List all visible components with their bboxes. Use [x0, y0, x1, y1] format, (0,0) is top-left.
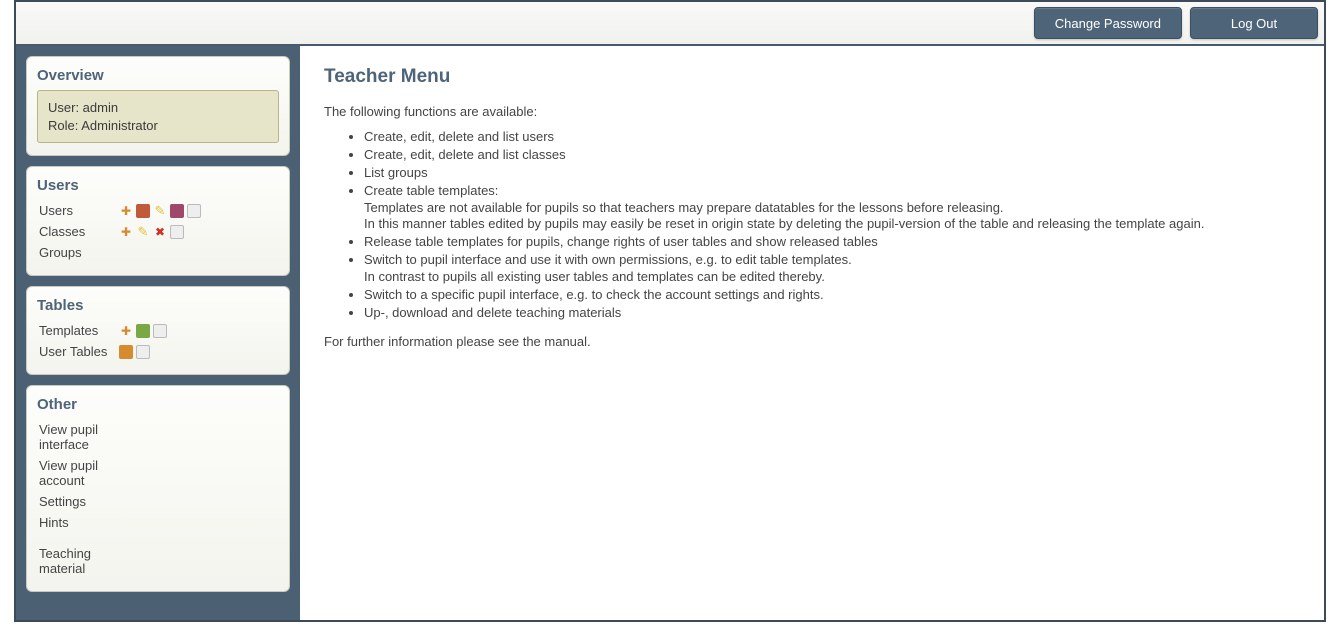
- sidebar-item-users[interactable]: Users✚✎: [37, 200, 279, 221]
- icon-row: ✚✎: [119, 204, 201, 218]
- main-content: Teacher Menu The following functions are…: [300, 46, 1324, 620]
- app-frame: Change Password Log Out Overview User: a…: [14, 0, 1326, 622]
- function-item: Up-, download and delete teaching materi…: [364, 305, 1300, 322]
- log-out-button[interactable]: Log Out: [1190, 7, 1318, 39]
- panel-other: Other View pupil interface View pupil acc…: [26, 385, 290, 592]
- sidebar-item-label: View pupil interface: [39, 422, 119, 452]
- sidebar-item-label: Hints: [39, 515, 119, 530]
- panel-heading-users: Users: [37, 175, 279, 200]
- sidebar-item-groups[interactable]: Groups: [37, 242, 279, 263]
- list-icon[interactable]: [170, 225, 184, 239]
- icon-row: ✚✎✖: [119, 225, 184, 239]
- sidebar-item-teaching-material[interactable]: Teaching material: [37, 543, 279, 579]
- topbar: Change Password Log Out: [16, 2, 1324, 46]
- intro-text: The following functions are available:: [324, 104, 1300, 119]
- panel-overview: Overview User: admin Role: Administrator: [26, 56, 290, 156]
- sidebar-item-label: Settings: [39, 494, 119, 509]
- function-item: List groups: [364, 165, 1300, 182]
- users-menu: Users✚✎Classes✚✎✖Groups: [37, 200, 279, 263]
- sidebar-item-label: View pupil account: [39, 458, 119, 488]
- edit-icon[interactable]: ✎: [153, 204, 167, 218]
- sidebar-item-settings[interactable]: Settings: [37, 491, 279, 512]
- add-icon[interactable]: ✚: [119, 324, 133, 338]
- outro-text: For further information please see the m…: [324, 334, 1300, 349]
- sidebar-item-label: Templates: [39, 323, 119, 338]
- sidebar-item-label: Groups: [39, 245, 119, 260]
- release-icon[interactable]: [136, 324, 150, 338]
- function-item: Release table templates for pupils, chan…: [364, 234, 1300, 251]
- function-item: Create table templates:Templates are not…: [364, 183, 1300, 234]
- group-icon[interactable]: [136, 204, 150, 218]
- panel-users: Users Users✚✎Classes✚✎✖Groups: [26, 166, 290, 276]
- sidebar-item-label: Users: [39, 203, 119, 218]
- other-menu: View pupil interface View pupil account Se…: [37, 419, 279, 579]
- function-item-sub: In contrast to pupils all existing user …: [364, 269, 1300, 286]
- page-title: Teacher Menu: [324, 66, 1300, 88]
- sidebar-item-label: Classes: [39, 224, 119, 239]
- function-item: Create, edit, delete and list users: [364, 129, 1300, 146]
- sidebar-item-templates[interactable]: Templates✚: [37, 320, 279, 341]
- add-user-icon[interactable]: ✚: [119, 204, 133, 218]
- function-item-sub: Templates are not available for pupils s…: [364, 200, 1300, 217]
- delete-icon[interactable]: ✖: [153, 225, 167, 239]
- user-line: User: admin: [48, 99, 268, 117]
- panel-heading-overview: Overview: [37, 65, 279, 90]
- function-item: Switch to a specific pupil interface, e.…: [364, 287, 1300, 304]
- body-row: Overview User: admin Role: Administrator…: [16, 46, 1324, 620]
- role-line: Role: Administrator: [48, 117, 268, 135]
- icon-row: [119, 345, 150, 359]
- sidebar-item-user-tables[interactable]: User Tables: [37, 341, 279, 362]
- user-info-box: User: admin Role: Administrator: [37, 90, 279, 143]
- function-item: Create, edit, delete and list classes: [364, 147, 1300, 164]
- change-password-button[interactable]: Change Password: [1034, 7, 1182, 39]
- add-icon[interactable]: ✚: [119, 225, 133, 239]
- sidebar-item-hints[interactable]: Hints: [37, 512, 279, 533]
- sidebar-item-label: User Tables: [39, 344, 119, 359]
- panel-heading-tables: Tables: [37, 295, 279, 320]
- sidebar-item-view-pupil-account[interactable]: View pupil account: [37, 455, 279, 491]
- sidebar-item-label: Teaching material: [39, 546, 119, 576]
- list-icon[interactable]: [187, 204, 201, 218]
- sidebar: Overview User: admin Role: Administrator…: [16, 46, 300, 620]
- list-icon[interactable]: [153, 324, 167, 338]
- panel-tables: Tables Templates✚User Tables: [26, 286, 290, 375]
- edit-icon[interactable]: ✎: [136, 225, 150, 239]
- panel-heading-other: Other: [37, 394, 279, 419]
- rights-icon[interactable]: [119, 345, 133, 359]
- list-icon[interactable]: [136, 345, 150, 359]
- tables-menu: Templates✚User Tables: [37, 320, 279, 362]
- function-item: Switch to pupil interface and use it wit…: [364, 252, 1300, 286]
- function-item-sub: In this manner tables edited by pupils m…: [364, 216, 1300, 233]
- user-delete-icon[interactable]: [170, 204, 184, 218]
- sidebar-item-view-pupil-interface[interactable]: View pupil interface: [37, 419, 279, 455]
- function-list: Create, edit, delete and list usersCreat…: [364, 129, 1300, 322]
- icon-row: ✚: [119, 324, 167, 338]
- sidebar-item-classes[interactable]: Classes✚✎✖: [37, 221, 279, 242]
